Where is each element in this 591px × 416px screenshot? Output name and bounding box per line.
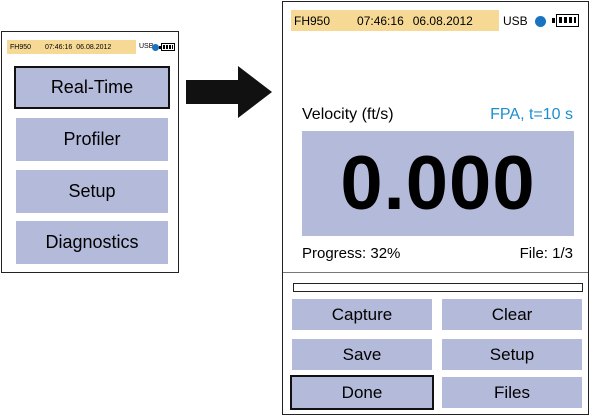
measurement-label: Velocity (ft/s) [302, 106, 394, 123]
done-button[interactable]: Done [290, 375, 434, 410]
menu-item-profiler[interactable]: Profiler [16, 118, 168, 161]
done-button-label: Done [341, 382, 383, 402]
divider [283, 272, 588, 273]
setup-button[interactable]: Setup [442, 339, 582, 370]
files-button[interactable]: Files [442, 377, 582, 408]
menu-item-label: Profiler [63, 129, 121, 149]
reading-display: 0.000 [302, 131, 574, 236]
arrow-right-icon [186, 66, 272, 118]
progress-label: Progress: 32% [302, 245, 401, 262]
usb-indicator: USB [503, 14, 528, 28]
progress-bar [293, 283, 583, 292]
save-button[interactable]: Save [292, 339, 432, 370]
capture-button[interactable]: Capture [292, 299, 432, 330]
status-dot-icon [152, 44, 159, 51]
battery-icon [159, 43, 175, 51]
battery-icon [552, 14, 579, 27]
progress-bar-fill [294, 284, 387, 291]
large-device-screen: FH950 07:46:16 06.08.2012 USB Velocity (… [282, 1, 589, 415]
files-button-label: Files [494, 382, 530, 402]
reading-value: 0.000 [340, 141, 536, 226]
status-bar: FH950 07:46:16 06.08.2012 [291, 10, 499, 31]
clock-time: 07:46:16 [45, 43, 73, 51]
status-bar: FH950 07:46:16 06.08.2012 [7, 40, 136, 54]
clock-time: 07:46:16 [357, 13, 404, 28]
device-name: FH950 [294, 13, 331, 28]
status-dot-icon [535, 16, 546, 27]
clear-button[interactable]: Clear [442, 299, 582, 330]
menu-item-real-time[interactable]: Real-Time [14, 66, 170, 109]
clock-date: 06.08.2012 [412, 13, 473, 28]
mode-label: FPA, t=10 s [490, 106, 573, 123]
menu-item-diagnostics[interactable]: Diagnostics [16, 221, 168, 264]
clear-button-label: Clear [491, 304, 533, 324]
clock-date: 06.08.2012 [76, 43, 112, 51]
device-name: FH950 [10, 43, 32, 51]
setup-button-label: Setup [489, 344, 535, 364]
small-device-screen: FH950 07:46:16 06.08.2012 USB Real-Time … [1, 31, 179, 273]
save-button-label: Save [342, 344, 382, 364]
file-label: File: 1/3 [519, 245, 573, 262]
menu-item-label: Real-Time [50, 77, 134, 97]
menu-item-label: Diagnostics [45, 232, 139, 252]
menu-item-label: Setup [68, 181, 116, 201]
menu-item-setup[interactable]: Setup [16, 170, 168, 213]
capture-button-label: Capture [331, 304, 393, 324]
